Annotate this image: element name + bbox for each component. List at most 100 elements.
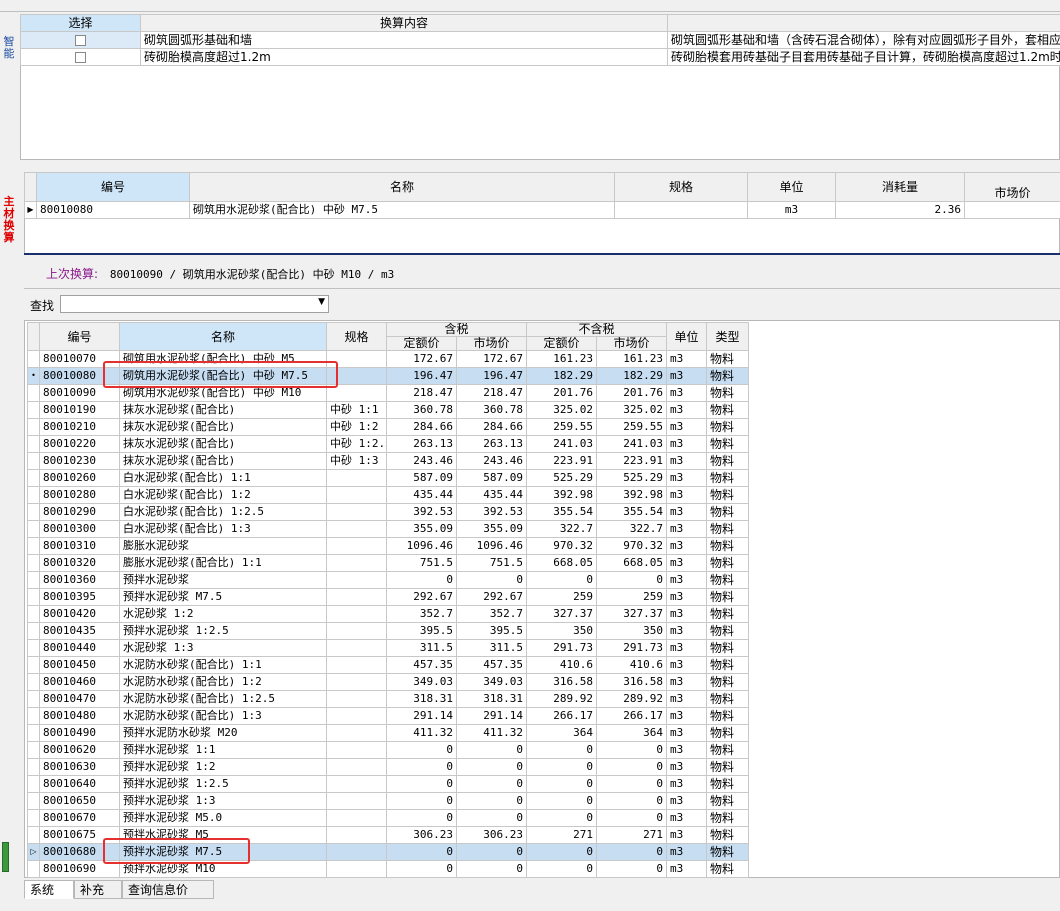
cell-tax-market[interactable]: 218.47 — [455, 384, 528, 402]
col-header-notax-market[interactable]: 市场价 — [596, 336, 668, 351]
cell-type[interactable]: 物料 — [706, 537, 750, 555]
cell-name[interactable]: 预拌水泥砂浆 1:1 — [119, 741, 327, 759]
cell-unit[interactable]: m3 — [666, 622, 708, 640]
table-row[interactable]: 80010360 预拌水泥砂浆 0 0 0 0 m3 物料 — [27, 571, 750, 589]
cell-spec[interactable] — [326, 622, 387, 640]
select-checkbox[interactable] — [75, 52, 86, 63]
cell-unit[interactable]: m3 — [666, 435, 708, 453]
cell-notax-market[interactable]: 355.54 — [596, 503, 668, 521]
col-header-code[interactable]: 编号 — [36, 172, 190, 202]
cell-notax-quota[interactable]: 241.03 — [526, 435, 598, 453]
cell-unit[interactable]: m3 — [666, 792, 708, 810]
cell-tax-quota[interactable]: 284.66 — [386, 418, 457, 436]
cell-tax-market[interactable]: 306.23 — [455, 826, 528, 844]
cell-tax-market[interactable]: 0 — [455, 809, 528, 827]
cell-unit[interactable]: m3 — [666, 656, 708, 674]
cell-name[interactable]: 水泥砂浆 1:3 — [119, 639, 327, 657]
col-header-unit[interactable]: 单位 — [666, 322, 708, 351]
material-unit[interactable]: m3 — [747, 201, 836, 219]
cell-name[interactable]: 白水泥砂浆(配合比) 1:1 — [119, 469, 327, 487]
cell-unit[interactable]: m3 — [666, 639, 708, 657]
cell-notax-market[interactable]: 0 — [596, 775, 668, 793]
cell-notax-market[interactable]: 325.02 — [596, 401, 668, 419]
cell-type[interactable]: 物料 — [706, 843, 750, 861]
cell-tax-quota[interactable]: 306.23 — [386, 826, 457, 844]
cell-tax-quota[interactable]: 196.47 — [386, 367, 457, 385]
col-header-tax-market[interactable]: 市场价 — [455, 336, 528, 351]
cell-tax-market[interactable]: 172.67 — [455, 350, 528, 368]
cell-type[interactable]: 物料 — [706, 792, 750, 810]
cell-notax-market[interactable]: 392.98 — [596, 486, 668, 504]
col-header-tax[interactable]: 含税 — [385, 322, 528, 337]
cell-unit[interactable]: m3 — [666, 741, 708, 759]
cell-type[interactable]: 物料 — [706, 367, 750, 385]
cell-notax-market[interactable]: 316.58 — [596, 673, 668, 691]
cell-tax-market[interactable]: 0 — [455, 758, 528, 776]
cell-tax-quota[interactable]: 0 — [386, 860, 457, 878]
cell-spec[interactable] — [326, 469, 387, 487]
cell-notax-market[interactable]: 161.23 — [596, 350, 668, 368]
cell-unit[interactable]: m3 — [666, 503, 708, 521]
cell-tax-quota[interactable]: 218.47 — [386, 384, 457, 402]
cell-unit[interactable]: m3 — [666, 673, 708, 691]
cell-spec[interactable] — [326, 826, 387, 844]
cell-spec[interactable] — [326, 605, 387, 623]
select-checkbox[interactable] — [75, 35, 86, 46]
cell-name[interactable]: 预拌水泥防水砂浆 M20 — [119, 724, 327, 742]
table-row[interactable]: 80010480 水泥防水砂浆(配合比) 1:3 291.14 291.14 266.1… — [27, 707, 750, 725]
table-row[interactable]: 80010395 预拌水泥砂浆 M7.5 292.67 292.67 259 259 m3 物… — [27, 588, 750, 606]
cell-tax-quota[interactable]: 411.32 — [386, 724, 457, 742]
cell-spec[interactable] — [326, 860, 387, 878]
cell-tax-quota[interactable]: 311.5 — [386, 639, 457, 657]
cell-tax-market[interactable]: 196.47 — [455, 367, 528, 385]
cell-name[interactable]: 抹灰水泥砂浆(配合比) — [119, 435, 327, 453]
cell-unit[interactable]: m3 — [666, 690, 708, 708]
cell-tax-quota[interactable]: 263.13 — [386, 435, 457, 453]
cell-unit[interactable]: m3 — [666, 401, 708, 419]
cell-unit[interactable]: m3 — [666, 418, 708, 436]
cell-notax-quota[interactable]: 322.7 — [526, 520, 598, 538]
cell-notax-market[interactable]: 271 — [596, 826, 668, 844]
cell-notax-market[interactable]: 182.29 — [596, 367, 668, 385]
cell-tax-market[interactable]: 292.67 — [455, 588, 528, 606]
cell-notax-market[interactable]: 970.32 — [596, 537, 668, 555]
cell-name[interactable]: 抹灰水泥砂浆(配合比) — [119, 401, 327, 419]
cell-tax-market[interactable]: 457.35 — [455, 656, 528, 674]
cell-code[interactable]: 80010395 — [39, 588, 120, 606]
cell-unit[interactable]: m3 — [666, 520, 708, 538]
cell-notax-quota[interactable]: 0 — [526, 809, 598, 827]
cell-notax-market[interactable]: 0 — [596, 792, 668, 810]
cell-type[interactable]: 物料 — [706, 860, 750, 878]
cell-notax-quota[interactable]: 0 — [526, 775, 598, 793]
cell-notax-market[interactable]: 364 — [596, 724, 668, 742]
cell-unit[interactable]: m3 — [666, 707, 708, 725]
cell-tax-quota[interactable]: 352.7 — [386, 605, 457, 623]
material-code[interactable]: 80010080 — [36, 201, 190, 219]
cell-tax-market[interactable]: 1096.46 — [455, 537, 528, 555]
cell-name[interactable]: 白水泥砂浆(配合比) 1:2.5 — [119, 503, 327, 521]
cell-name[interactable]: 白水泥砂浆(配合比) 1:3 — [119, 520, 327, 538]
cell-type[interactable]: 物料 — [706, 622, 750, 640]
cell-type[interactable]: 物料 — [706, 418, 750, 436]
cell-notax-market[interactable]: 350 — [596, 622, 668, 640]
cell-type[interactable]: 物料 — [706, 350, 750, 368]
cell-unit[interactable]: m3 — [666, 469, 708, 487]
cell-type[interactable]: 物料 — [706, 741, 750, 759]
cell-spec[interactable]: 中砂 1:2 — [326, 418, 387, 436]
cell-notax-market[interactable]: 322.7 — [596, 520, 668, 538]
cell-spec[interactable] — [326, 520, 387, 538]
cell-type[interactable]: 物料 — [706, 384, 750, 402]
cell-notax-quota[interactable]: 0 — [526, 843, 598, 861]
cell-spec[interactable] — [326, 588, 387, 606]
cell-notax-quota[interactable]: 161.23 — [526, 350, 598, 368]
cell-name[interactable]: 水泥防水砂浆(配合比) 1:3 — [119, 707, 327, 725]
table-row[interactable]: 80010440 水泥砂浆 1:3 311.5 311.5 291.73 291.73 m3… — [27, 639, 750, 657]
cell-code[interactable]: 80010300 — [39, 520, 120, 538]
cell-tax-market[interactable]: 311.5 — [455, 639, 528, 657]
cell-type[interactable]: 物料 — [706, 826, 750, 844]
cell-type[interactable]: 物料 — [706, 809, 750, 827]
cell-unit[interactable]: m3 — [666, 367, 708, 385]
cell-code[interactable]: 80010470 — [39, 690, 120, 708]
material-row[interactable]: ▶ 80010080 砌筑用水泥砂浆(配合比) 中砂 M7.5 m3 2.36 — [24, 201, 1060, 219]
col-header-name[interactable]: 名称 — [189, 172, 615, 202]
